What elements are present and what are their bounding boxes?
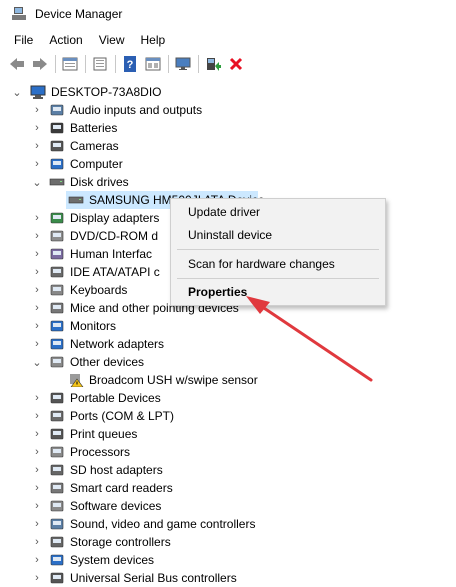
arrow-line xyxy=(256,302,373,382)
annotation-arrow xyxy=(246,296,373,382)
